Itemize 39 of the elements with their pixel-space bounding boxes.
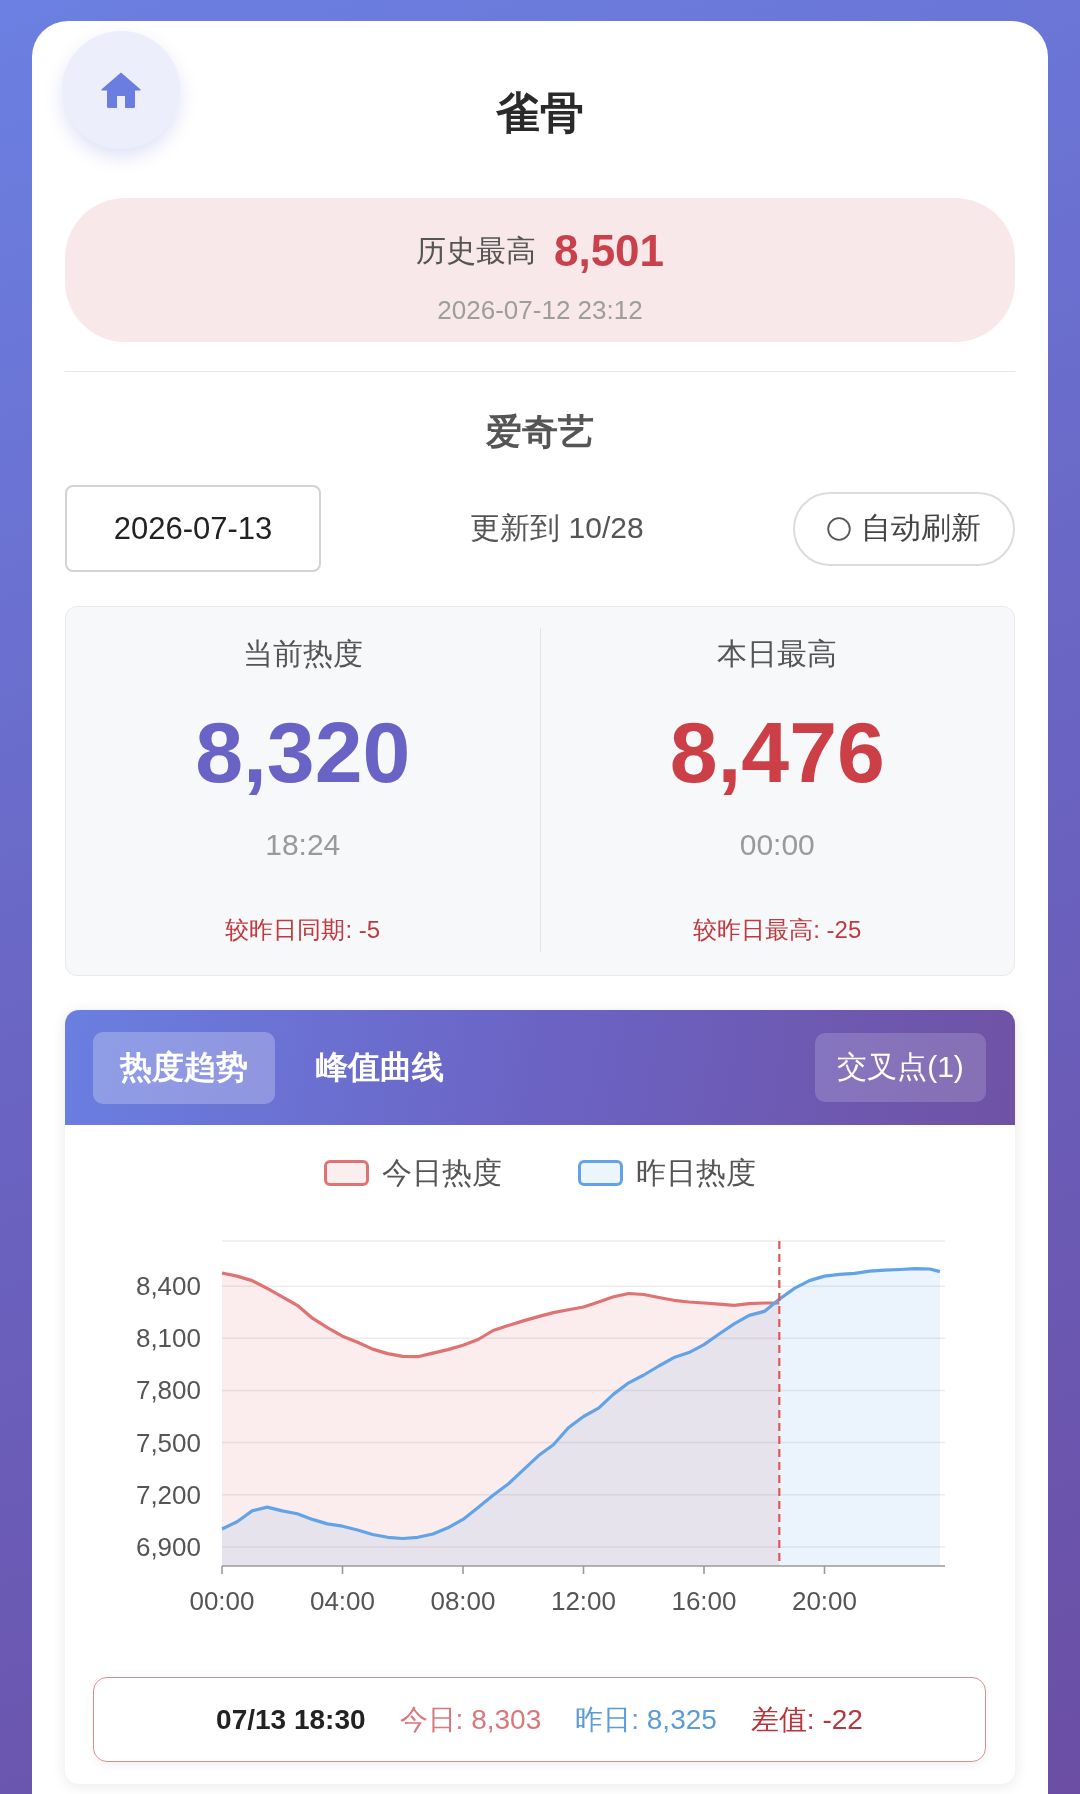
stat-value: 8,476 (669, 704, 885, 800)
x-axis-label: 12:00 (550, 1586, 617, 1616)
y-axis-label: 7,800 (135, 1375, 201, 1406)
y-axis-label: 8,100 (135, 1323, 201, 1354)
record-time: 2026-07-12 23:12 (437, 295, 643, 325)
readout-time: 07/13 18:30 (216, 1703, 366, 1736)
record-label: 历史最高 (415, 232, 536, 269)
stat-time: 00:00 (739, 827, 815, 863)
platform-name: 爱奇艺 (485, 410, 595, 454)
legend-label: 昨日热度 (636, 1154, 756, 1191)
stat-comparison: 较昨日最高: -25 (693, 915, 862, 945)
date-field[interactable]: 2026-07-13 (65, 485, 321, 572)
y-axis-label: 6,900 (135, 1531, 201, 1562)
y-axis-label: 7,500 (135, 1427, 201, 1458)
stat-label: 本日最高 (717, 636, 838, 672)
readout-value: 今日: 8,303 (399, 1702, 542, 1737)
chart-tab[interactable]: 热度趋势 (93, 1031, 275, 1104)
x-axis-label: 16:00 (671, 1586, 737, 1616)
crosspoint-button[interactable]: 交叉点(1) (815, 1033, 986, 1102)
legend-label: 今日热度 (382, 1154, 502, 1191)
y-axis-label: 8,400 (135, 1271, 201, 1302)
page-title: 雀骨 (495, 88, 585, 138)
radio-icon[interactable] (827, 516, 851, 541)
readout-value: 差值: -22 (750, 1702, 863, 1737)
record-value: 8,501 (553, 226, 665, 276)
x-axis-label: 08:00 (430, 1586, 496, 1616)
stat-time: 18:24 (265, 827, 341, 863)
x-axis-label: 00:00 (189, 1586, 255, 1616)
chart-tab[interactable]: 峰值曲线 (289, 1031, 471, 1104)
home-icon (101, 72, 141, 108)
x-axis-label: 04:00 (309, 1586, 376, 1616)
auto-refresh-button[interactable]: 自动刷新 (793, 491, 1015, 566)
update-status: 更新到 10/28 (470, 510, 644, 546)
stat-comparison: 较昨日同期: -5 (225, 915, 381, 945)
readout-value: 昨日: 8,325 (575, 1702, 717, 1737)
x-axis-label: 20:00 (791, 1586, 858, 1616)
stat-label: 当前热度 (242, 636, 363, 672)
y-axis-label: 7,200 (135, 1479, 201, 1510)
stat-value: 8,320 (195, 704, 411, 800)
